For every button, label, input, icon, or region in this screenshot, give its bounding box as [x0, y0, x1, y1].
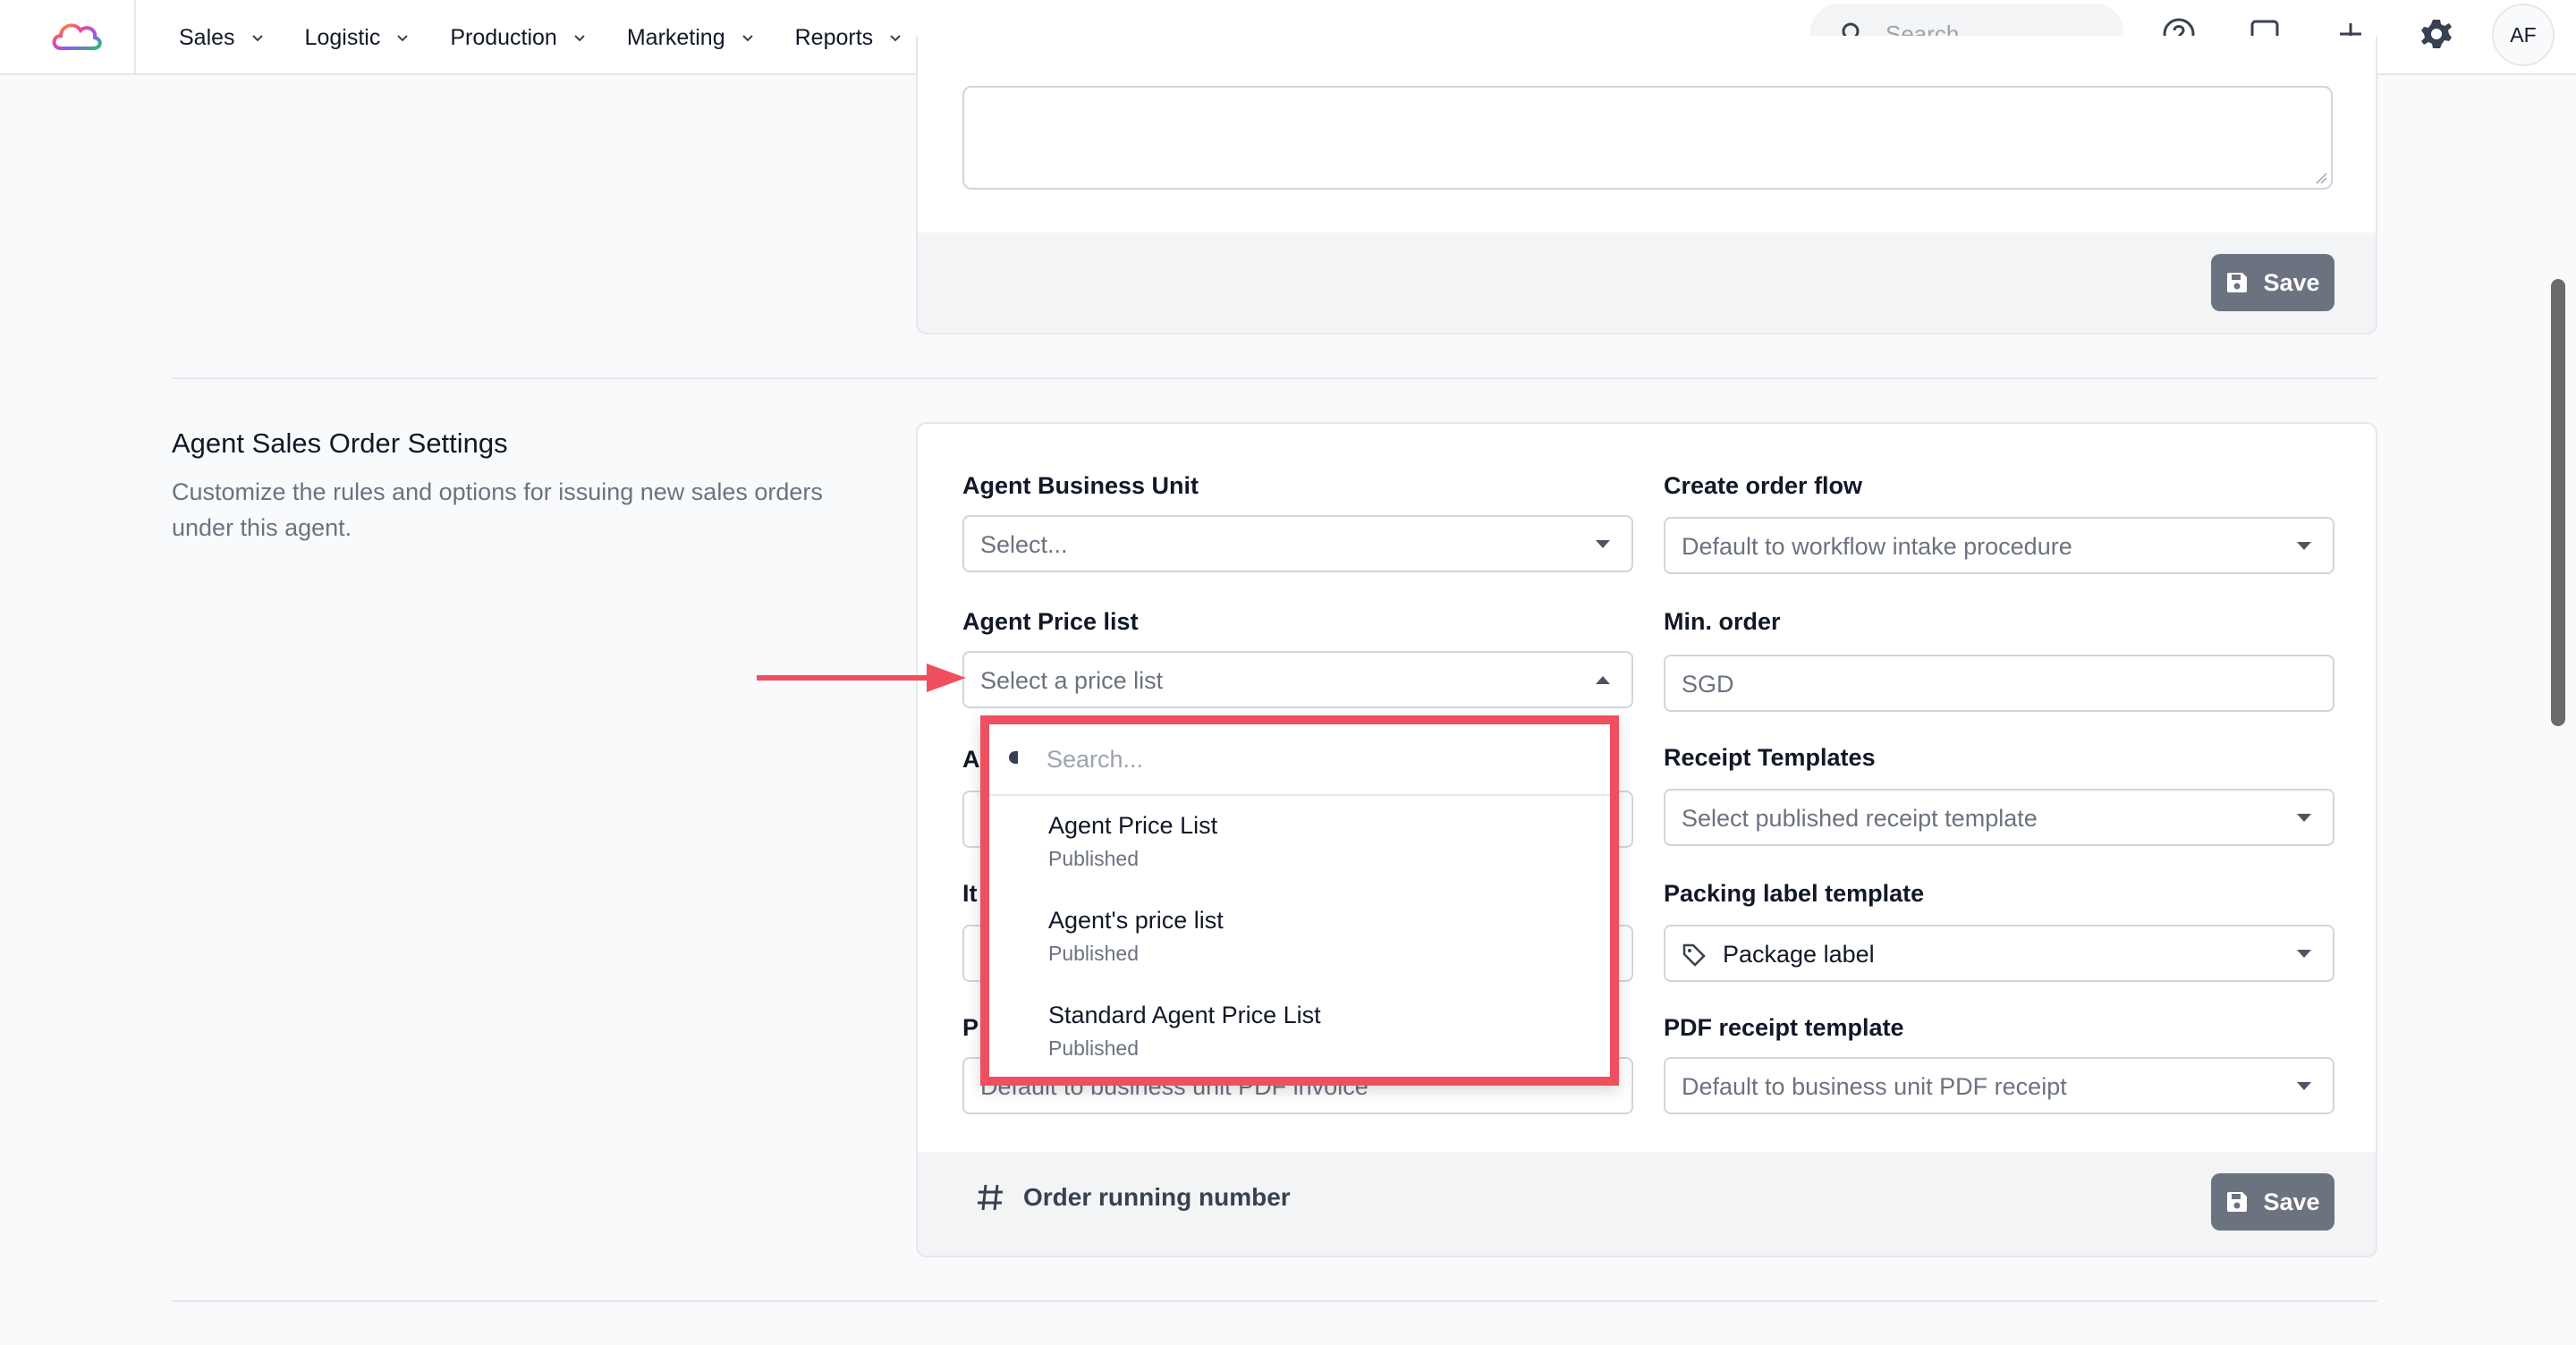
- option-name: Agent Price List: [1048, 812, 1218, 839]
- create-order-flow-select[interactable]: Default to workflow intake procedure: [1664, 517, 2334, 574]
- nav-production[interactable]: Production: [450, 25, 588, 51]
- price-list-dropdown: Search... Agent Price List Published Age…: [980, 715, 1619, 1086]
- create-order-flow-value: Default to workflow intake procedure: [1682, 533, 2072, 560]
- section-divider: [172, 1300, 2377, 1302]
- section-divider: [172, 377, 2377, 379]
- hidden-label-a: A: [962, 746, 980, 773]
- receipt-templates-label: Receipt Templates: [1664, 744, 1876, 771]
- nav-production-label: Production: [450, 24, 557, 50]
- user-avatar[interactable]: AF: [2492, 4, 2555, 66]
- previous-settings-card: Save: [916, 36, 2377, 334]
- save-button[interactable]: Save: [2211, 1173, 2334, 1231]
- resize-grip-icon[interactable]: [2315, 172, 2327, 184]
- hidden-label-it: It: [962, 880, 978, 907]
- tag-icon: [1682, 943, 1706, 967]
- floppy-disk-icon: [2227, 273, 2248, 292]
- annotation-arrow-icon: [757, 664, 966, 692]
- page-scrollbar[interactable]: [2551, 279, 2565, 726]
- option-name: Agent's price list: [1048, 907, 1224, 934]
- hash-icon: [978, 1184, 1003, 1211]
- receipt-templates-select[interactable]: Select published receipt template: [1664, 789, 2334, 846]
- option-status: Published: [1048, 847, 1140, 870]
- card-footer: Save: [918, 233, 2376, 333]
- agent-price-list-select[interactable]: Select a price list: [962, 651, 1633, 708]
- option-status: Published: [1048, 942, 1140, 965]
- nav-marketing-label: Marketing: [626, 24, 725, 50]
- agent-business-unit-value: Select...: [980, 531, 1068, 558]
- agent-price-list-label: Agent Price list: [962, 608, 1139, 635]
- nav-logistic[interactable]: Logistic: [305, 25, 411, 51]
- packing-label-template-label: Packing label template: [1664, 880, 1925, 907]
- floppy-disk-icon: [2227, 1192, 2248, 1212]
- agent-price-list-value: Select a price list: [980, 667, 1164, 694]
- agent-business-unit-label: Agent Business Unit: [962, 472, 1199, 499]
- gear-icon[interactable]: [2419, 16, 2454, 52]
- dropdown-search[interactable]: Search...: [989, 724, 1610, 796]
- nav-logistic-label: Logistic: [304, 24, 381, 50]
- option-name: Standard Agent Price List: [1048, 1002, 1321, 1028]
- receipt-templates-value: Select published receipt template: [1682, 805, 2038, 832]
- notes-textarea[interactable]: [962, 86, 2333, 190]
- packing-label-template-value: Package label: [1723, 941, 1875, 968]
- dropdown-option[interactable]: Standard Agent Price List Published: [1048, 1002, 1321, 1061]
- chevron-down-icon: [397, 35, 409, 42]
- caret-down-icon: [2297, 542, 2311, 550]
- min-order-input[interactable]: SGD: [1664, 655, 2334, 712]
- create-order-flow-label: Create order flow: [1664, 472, 1863, 499]
- logo-divider: [134, 0, 136, 75]
- chevron-down-icon: [741, 35, 753, 42]
- caret-down-icon: [2297, 814, 2311, 822]
- chevron-down-icon: [251, 35, 263, 42]
- packing-label-template-select[interactable]: Package label: [1664, 925, 2334, 982]
- dropdown-option[interactable]: Agent's price list Published: [1048, 907, 1224, 966]
- order-running-number-label: Order running number: [1023, 1183, 1291, 1211]
- cloud-logo-icon[interactable]: [48, 13, 106, 59]
- section-description: Customize the rules and options for issu…: [172, 478, 823, 541]
- caret-down-icon: [1596, 540, 1610, 548]
- nav-sales[interactable]: Sales: [179, 25, 266, 51]
- option-status: Published: [1048, 1036, 1140, 1060]
- pdf-receipt-template-label: PDF receipt template: [1664, 1014, 1904, 1041]
- min-order-value: SGD: [1682, 671, 1734, 698]
- card-footer: Order running number Save: [918, 1152, 2376, 1256]
- agent-business-unit-select[interactable]: Select...: [962, 515, 1633, 572]
- chevron-down-icon: [574, 35, 585, 42]
- dropdown-option[interactable]: Agent Price List Published: [1048, 812, 1217, 871]
- nav-marketing[interactable]: Marketing: [627, 25, 756, 51]
- save-label: Save: [2263, 1188, 2320, 1215]
- main-menu: Sales Logistic Production Marketing Repo…: [179, 0, 903, 75]
- nav-sales-label: Sales: [179, 24, 235, 50]
- chevron-down-icon: [890, 35, 901, 42]
- hidden-label-p: P: [962, 1014, 979, 1041]
- save-label: Save: [2263, 268, 2320, 296]
- pdf-receipt-template-select[interactable]: Default to business unit PDF receipt: [1664, 1057, 2334, 1114]
- spinner-icon: [1009, 751, 1018, 764]
- dropdown-search-placeholder: Search...: [1046, 746, 1144, 773]
- min-order-label: Min. order: [1664, 608, 1781, 635]
- order-running-number-toggle[interactable]: Order running number: [975, 1182, 1291, 1213]
- section-title: Agent Sales Order Settings: [172, 427, 508, 459]
- pdf-receipt-template-value: Default to business unit PDF receipt: [1682, 1073, 2067, 1100]
- nav-reports-label: Reports: [794, 24, 874, 50]
- caret-up-icon: [1596, 676, 1610, 684]
- nav-reports[interactable]: Reports: [795, 25, 904, 51]
- caret-down-icon: [2297, 1082, 2311, 1090]
- caret-down-icon: [2297, 950, 2311, 958]
- save-button[interactable]: Save: [2211, 254, 2334, 311]
